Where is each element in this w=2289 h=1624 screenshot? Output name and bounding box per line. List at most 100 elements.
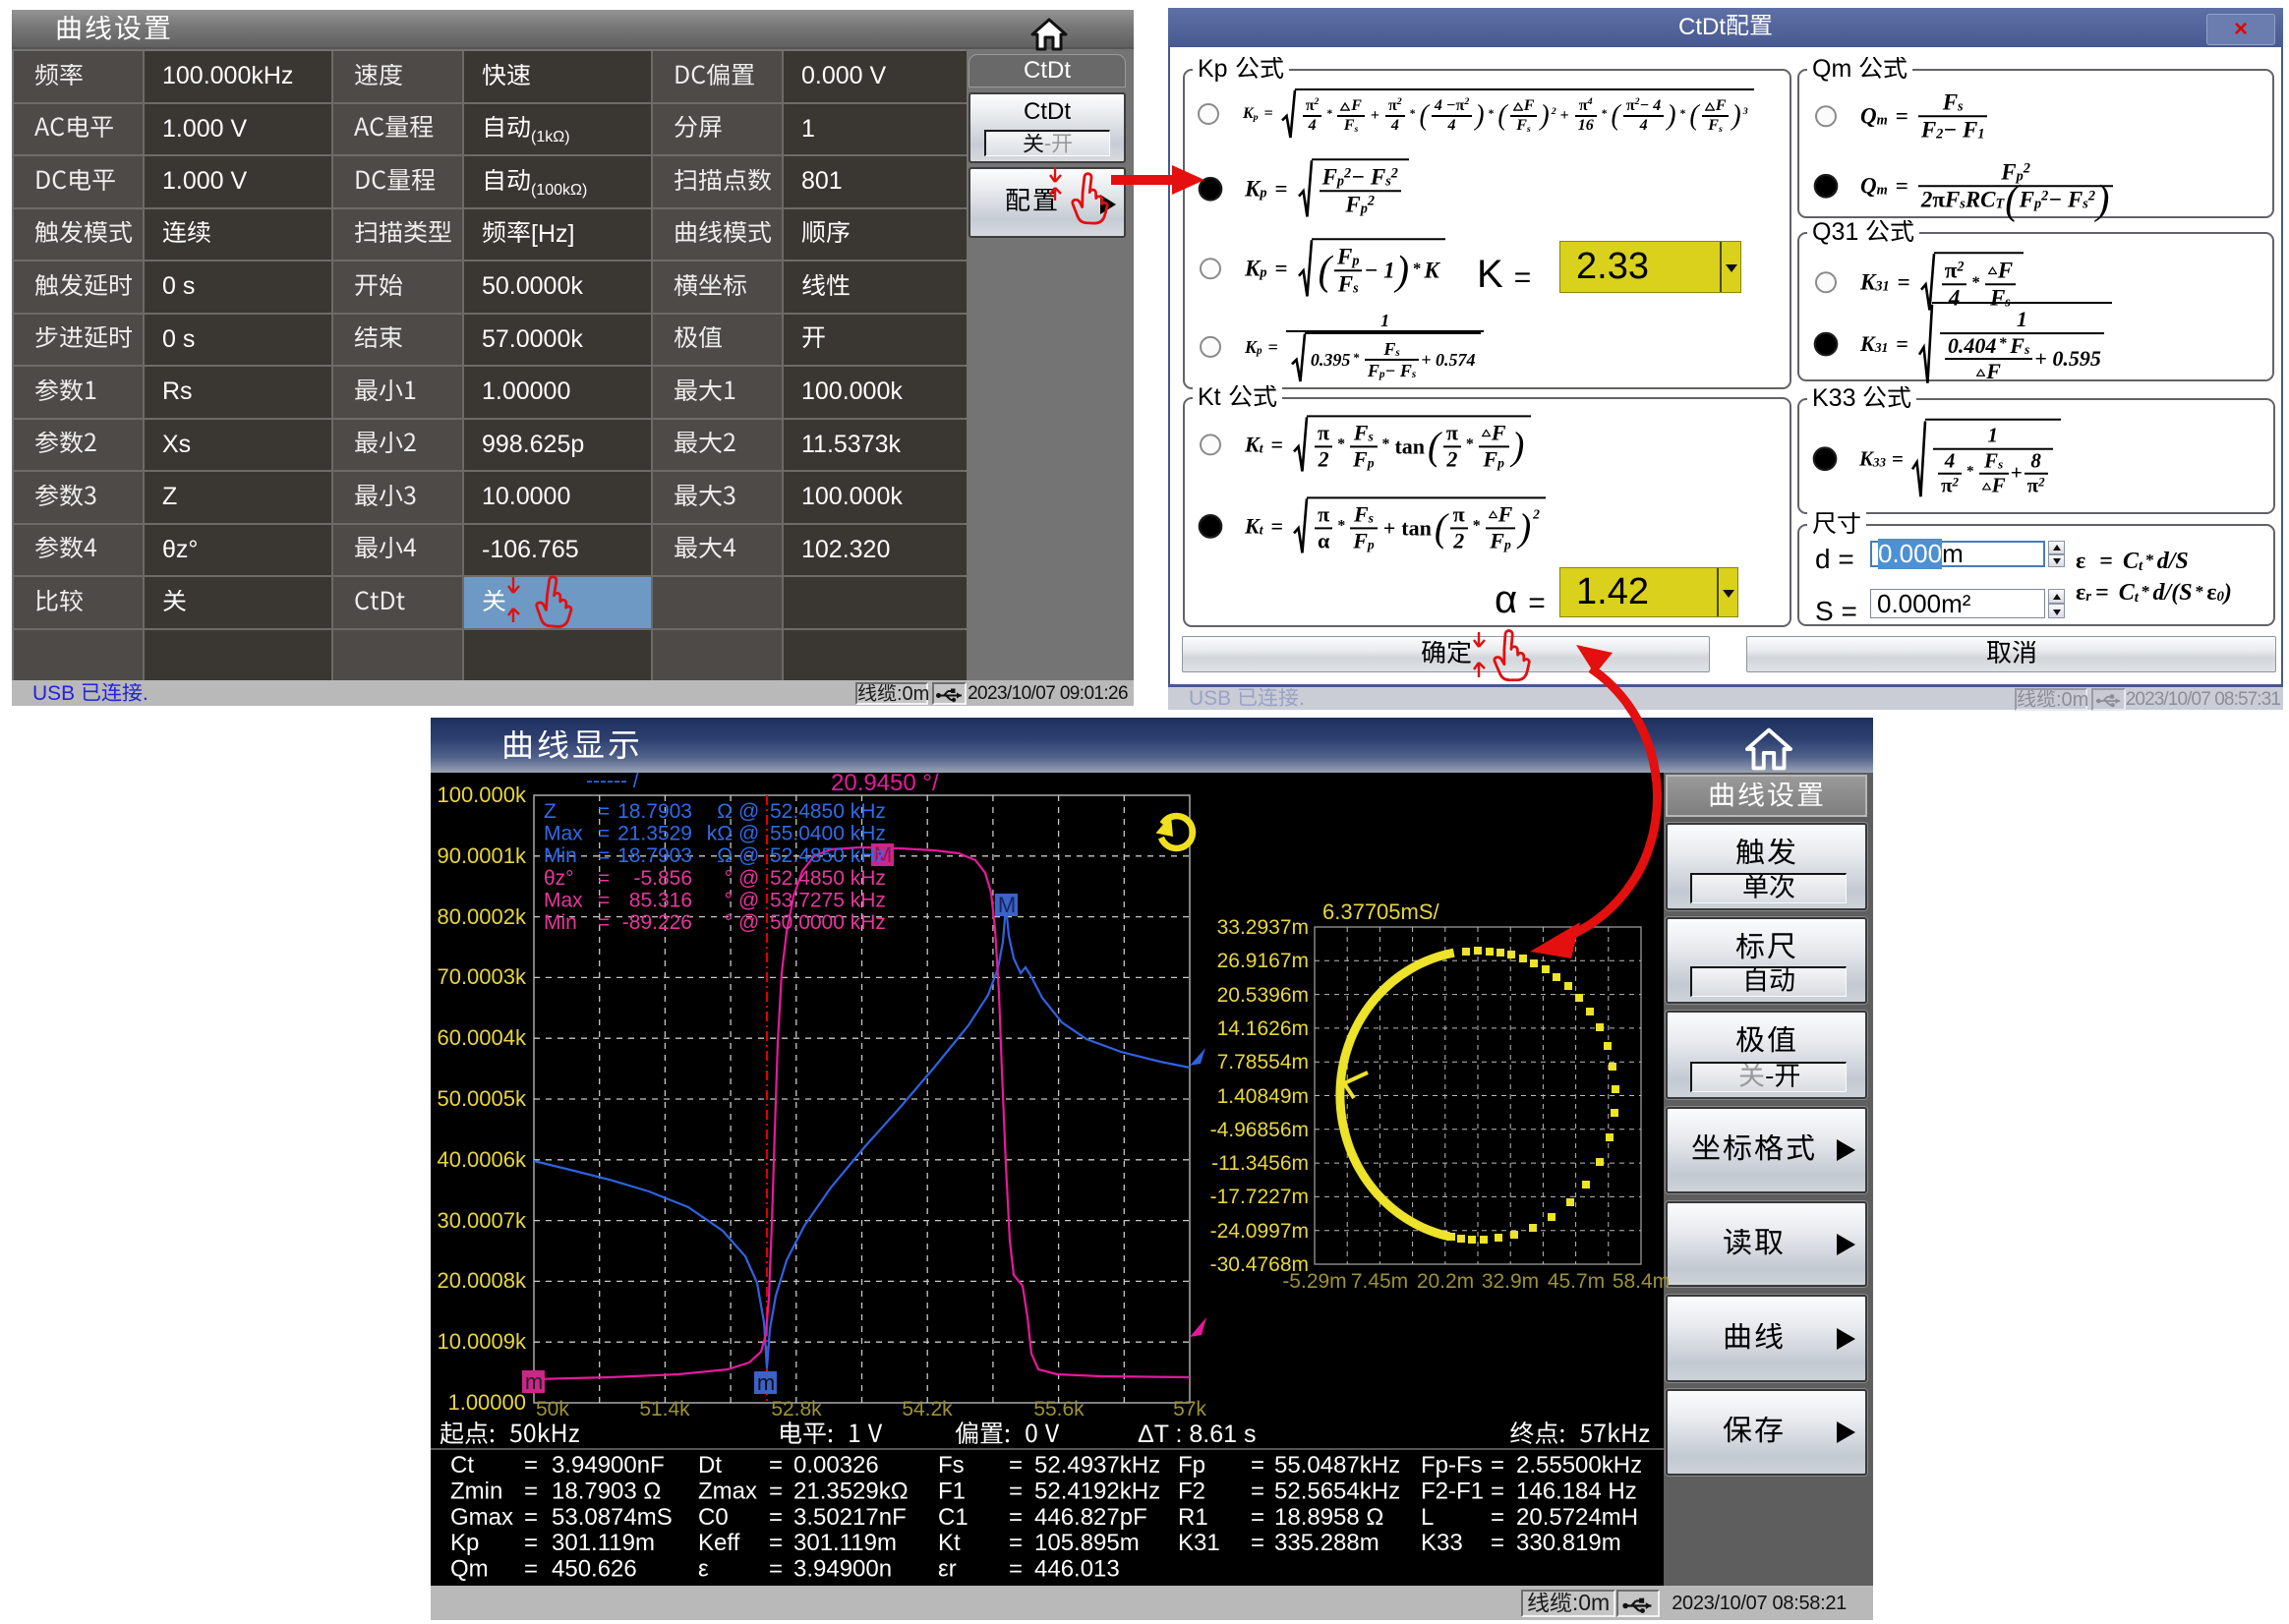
svg-text:@: @ [738, 911, 759, 934]
svg-text:m: m [757, 1370, 775, 1395]
svg-text:52.4192kHz: 52.4192kHz [1034, 1478, 1160, 1504]
svg-text:F2-F1: F2-F1 [1421, 1478, 1484, 1504]
svg-text:=: = [1491, 1452, 1504, 1479]
svg-text:18.7903: 18.7903 [617, 800, 692, 823]
svg-text:=: = [1009, 1452, 1023, 1479]
svg-text:446.827pF: 446.827pF [1034, 1504, 1147, 1531]
svg-text:@: @ [738, 844, 759, 867]
svg-text:Fs: Fs [938, 1452, 965, 1479]
svg-text:446.013: 446.013 [1034, 1556, 1120, 1583]
svg-text:=: = [769, 1452, 783, 1479]
svg-text:=: = [769, 1478, 783, 1504]
svg-text:20.5724mH: 20.5724mH [1516, 1504, 1638, 1531]
svg-text:=: = [598, 844, 610, 867]
svg-text:20.5396m: 20.5396m [1217, 984, 1309, 1007]
svg-text:Max: Max [544, 889, 583, 911]
svg-text:60.0004k: 60.0004k [437, 1025, 527, 1050]
svg-text:Kp: Kp [450, 1530, 479, 1556]
svg-text:Kt: Kt [938, 1530, 961, 1556]
svg-text:-5.856: -5.856 [633, 867, 692, 890]
svg-text:55.6k: 55.6k [1033, 1398, 1085, 1421]
svg-text:-89.226: -89.226 [622, 911, 692, 934]
svg-text:Dt: Dt [698, 1452, 722, 1479]
svg-text:εr: εr [938, 1556, 957, 1583]
svg-text:2.55500kHz: 2.55500kHz [1516, 1452, 1642, 1479]
svg-text:18.8958 Ω: 18.8958 Ω [1274, 1504, 1383, 1531]
svg-text:21.3529kΩ: 21.3529kΩ [793, 1478, 909, 1504]
svg-text:@: @ [738, 800, 759, 823]
svg-text:105.895m: 105.895m [1034, 1530, 1140, 1556]
svg-text:-5.29m: -5.29m [1282, 1270, 1346, 1293]
svg-text:52.4937kHz: 52.4937kHz [1034, 1452, 1160, 1479]
svg-text:-4.96856m: -4.96856m [1210, 1119, 1309, 1141]
svg-text:=: = [1251, 1478, 1264, 1504]
svg-text:Ω: Ω [717, 800, 733, 823]
svg-text:=: = [769, 1556, 783, 1583]
svg-text:°: ° [725, 889, 733, 911]
svg-text:45.7m: 45.7m [1548, 1270, 1605, 1293]
svg-text:=: = [769, 1530, 783, 1556]
svg-text:Ω: Ω [717, 844, 733, 867]
svg-text:C1: C1 [938, 1504, 968, 1531]
svg-text:20.2m: 20.2m [1417, 1270, 1474, 1293]
svg-text:°: ° [725, 867, 733, 890]
svg-text:7.78554m: 7.78554m [1217, 1051, 1309, 1073]
svg-text:=: = [1491, 1530, 1504, 1556]
svg-text:@: @ [738, 889, 759, 911]
svg-text:=: = [1491, 1478, 1504, 1504]
svg-text:33.2937m: 33.2937m [1217, 916, 1309, 939]
svg-text:=: = [598, 823, 610, 845]
svg-text:=: = [769, 1504, 783, 1531]
svg-text:=: = [1251, 1452, 1264, 1479]
svg-text:@: @ [738, 823, 759, 845]
svg-text:301.119m: 301.119m [552, 1530, 655, 1556]
svg-text:Min: Min [544, 844, 577, 867]
svg-text:=: = [598, 889, 610, 911]
svg-text:F1: F1 [938, 1478, 966, 1504]
svg-text:55.0487kHz: 55.0487kHz [1274, 1452, 1400, 1479]
svg-text:52.8k: 52.8k [771, 1398, 822, 1421]
svg-text:Fp-Fs: Fp-Fs [1421, 1452, 1483, 1479]
svg-text:=: = [1491, 1504, 1504, 1531]
svg-text:Qm: Qm [450, 1556, 489, 1583]
svg-text:θz°: θz° [544, 867, 574, 890]
svg-text:53.7275 kHz: 53.7275 kHz [770, 889, 886, 911]
svg-text:ε: ε [698, 1556, 709, 1583]
svg-text:°: ° [725, 911, 733, 934]
svg-text:=: = [1009, 1478, 1023, 1504]
svg-text:335.288m: 335.288m [1274, 1530, 1379, 1556]
svg-text:450.626: 450.626 [552, 1556, 637, 1583]
svg-text:6.37705mS/: 6.37705mS/ [1322, 899, 1440, 924]
svg-text:K33: K33 [1421, 1530, 1463, 1556]
svg-text:14.1626m: 14.1626m [1217, 1017, 1309, 1040]
svg-text:=: = [524, 1504, 538, 1531]
svg-text:=: = [598, 911, 610, 934]
svg-text:C0: C0 [698, 1504, 729, 1531]
svg-text:Fp: Fp [1178, 1452, 1205, 1479]
svg-text:=: = [1009, 1556, 1023, 1583]
svg-text:50.0000 kHz: 50.0000 kHz [770, 911, 886, 934]
svg-text:kΩ: kΩ [707, 823, 733, 845]
svg-text:=: = [1009, 1504, 1023, 1531]
svg-text:90.0001k: 90.0001k [437, 843, 527, 868]
svg-text:85.316: 85.316 [629, 889, 692, 911]
svg-text:3.94900n: 3.94900n [793, 1556, 892, 1583]
svg-text:3.94900nF: 3.94900nF [552, 1452, 665, 1479]
svg-text:Max: Max [544, 823, 583, 845]
svg-text:52.4850 kHz: 52.4850 kHz [770, 844, 886, 867]
svg-text:330.819m: 330.819m [1516, 1530, 1621, 1556]
svg-text:55.0400 kHz: 55.0400 kHz [770, 823, 886, 845]
svg-text:301.119m: 301.119m [793, 1530, 897, 1556]
svg-text:53.0874mS: 53.0874mS [552, 1504, 673, 1531]
svg-text:7.45m: 7.45m [1351, 1270, 1408, 1293]
svg-text:=: = [524, 1478, 538, 1504]
svg-text:146.184 Hz: 146.184 Hz [1516, 1478, 1637, 1504]
svg-text:-17.7227m: -17.7227m [1210, 1186, 1309, 1208]
svg-text:51.4k: 51.4k [639, 1398, 690, 1421]
svg-text:=: = [1251, 1530, 1264, 1556]
svg-text:20.0008k: 20.0008k [437, 1268, 527, 1293]
svg-text:21.3529: 21.3529 [617, 823, 692, 845]
svg-text:=: = [1009, 1530, 1023, 1556]
svg-text:-24.0997m: -24.0997m [1210, 1220, 1309, 1243]
svg-text:Zmax: Zmax [698, 1478, 757, 1504]
